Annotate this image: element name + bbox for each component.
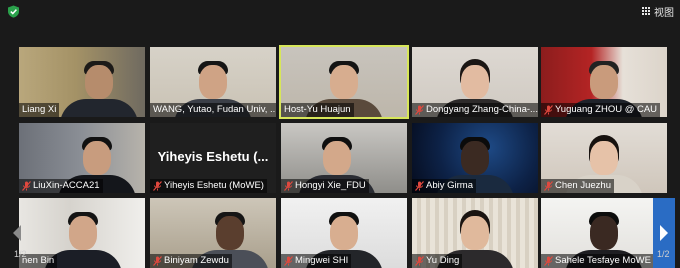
participant-name: Yiheyis Eshetu (MoWE) — [150, 179, 267, 193]
view-button[interactable]: 视图 — [642, 3, 674, 19]
participant-name: Sahele Tesfaye MoWE — [541, 254, 654, 268]
participant-tile[interactable]: LiuXin-ACCA21 — [19, 123, 145, 193]
mic-muted-icon — [415, 104, 424, 115]
participant-tile[interactable]: Biniyam Zewdu — [150, 198, 276, 268]
participant-tile[interactable]: Mingwei SHI — [281, 198, 407, 268]
mic-muted-icon — [22, 180, 31, 191]
mic-muted-icon — [415, 180, 424, 191]
participant-placeholder-name: Yiheyis Eshetu (... — [157, 149, 269, 164]
chevron-left-icon — [13, 225, 21, 241]
mic-muted-icon — [153, 180, 162, 191]
participant-tile-active-speaker[interactable]: Host-Yu Huajun — [279, 45, 409, 119]
view-label: 视图 — [654, 7, 674, 19]
participant-name: Abiy Girma — [412, 179, 476, 193]
chevron-right-icon — [660, 225, 668, 241]
participant-name: Biniyam Zewdu — [150, 254, 232, 268]
participant-name: Chen Juezhu — [541, 179, 614, 193]
participant-tile[interactable]: Chen Juezhu — [541, 123, 667, 193]
page-indicator-right: 1/2 — [657, 249, 670, 259]
participant-name: WANG, Yutao, Fudan Univ, ... — [150, 103, 276, 117]
meeting-top-bar: 视图 — [0, 0, 680, 22]
mic-muted-icon — [544, 104, 553, 115]
participant-tile[interactable]: nen Bin — [19, 198, 145, 268]
participant-name: Hongyi Xie_FDU — [281, 179, 369, 193]
participant-tile[interactable]: Liang Xi — [19, 47, 145, 117]
mic-muted-icon — [284, 180, 293, 191]
grid-icon — [642, 6, 651, 16]
participant-tile[interactable]: Sahele Tesfaye MoWE — [541, 198, 667, 268]
participant-tile[interactable]: WANG, Yutao, Fudan Univ, ... — [150, 47, 276, 117]
shield-icon[interactable] — [7, 5, 20, 18]
participant-tile[interactable]: Abiy Girma — [412, 123, 538, 193]
participant-tile[interactable]: Yuguang ZHOU @ CAU — [541, 47, 667, 117]
participant-tile[interactable]: Dongyang Zhang-China-... — [412, 47, 538, 117]
mic-muted-icon — [153, 255, 162, 266]
mic-muted-icon — [415, 255, 424, 266]
participant-name: Yu Ding — [412, 254, 463, 268]
participant-name: Mingwei SHI — [281, 254, 352, 268]
mic-muted-icon — [544, 180, 553, 191]
participant-tile[interactable]: Yu Ding — [412, 198, 538, 268]
participant-name: Liang Xi — [19, 103, 60, 117]
participant-tile[interactable]: Hongyi Xie_FDU — [281, 123, 407, 193]
participant-tile-no-video[interactable]: Yiheyis Eshetu (... Yiheyis Eshetu (MoWE… — [150, 123, 276, 193]
page-indicator-left: 1/2 — [14, 249, 27, 259]
participant-name: Host-Yu Huajun — [281, 103, 354, 117]
participant-name: LiuXin-ACCA21 — [19, 179, 103, 193]
participant-name: Yuguang ZHOU @ CAU — [541, 103, 661, 117]
mic-muted-icon — [544, 255, 553, 266]
mic-muted-icon — [284, 255, 293, 266]
participant-name: Dongyang Zhang-China-... — [412, 103, 538, 117]
